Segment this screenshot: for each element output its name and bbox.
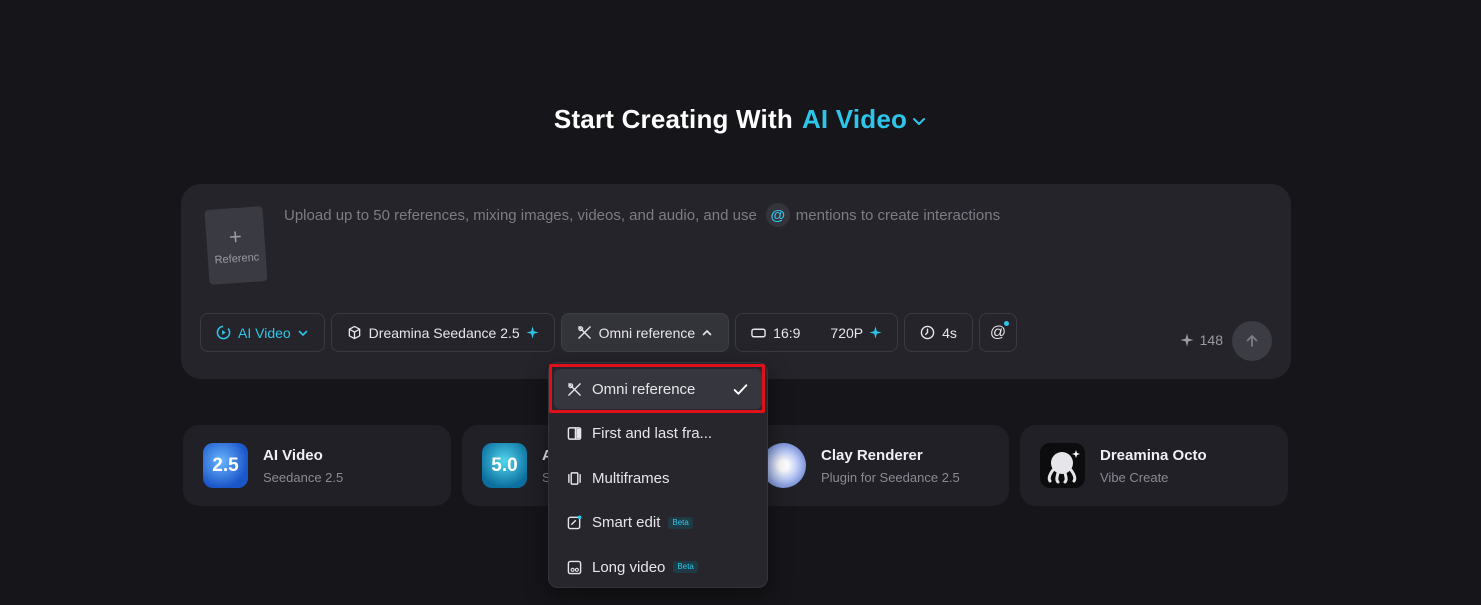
plus-icon: + (228, 223, 243, 249)
octopus-icon (1047, 449, 1080, 483)
credits-counter: 148 (1180, 332, 1223, 348)
menu-item-smart-edit[interactable]: Smart edit Beta (554, 503, 762, 543)
aspect-resolution-selector[interactable]: 16:9 720P (735, 313, 899, 352)
menu-item-long-video[interactable]: Long video Beta (554, 547, 762, 587)
card-title: AI Video (263, 446, 323, 464)
add-reference-button[interactable]: + Referenc (204, 206, 268, 285)
aspect-ratio-icon (751, 328, 766, 337)
menu-item-label: First and last fra... (592, 425, 713, 442)
credits-value: 148 (1199, 332, 1223, 348)
seedance-5-0-thumbnail: 5.0 (482, 443, 527, 488)
clock-icon (920, 325, 935, 340)
mention-button[interactable]: @ (978, 313, 1018, 352)
duration-selector[interactable]: 4s (904, 313, 973, 352)
chevron-down-icon (298, 330, 307, 336)
long-video-icon (567, 560, 582, 574)
cube-icon (348, 325, 360, 340)
check-icon (733, 383, 748, 395)
menu-item-label: Omni reference (592, 380, 696, 398)
duration-label: 4s (942, 324, 957, 341)
sparkle-icon (526, 326, 539, 339)
at-icon: @ (989, 323, 1007, 341)
card-title: Dreamina Octo (1100, 446, 1207, 464)
seedance-2-5-thumbnail: 2.5 (203, 443, 248, 488)
card-subtitle: Plugin for Seedance 2.5 (821, 469, 960, 485)
arrow-up-icon (1246, 335, 1258, 347)
prompt-composer: + Referenc Upload up to 50 references, m… (181, 184, 1291, 379)
send-button[interactable] (1232, 321, 1272, 361)
card-subtitle: Vibe Create (1100, 469, 1169, 485)
aspect-ratio-label: 16:9 (773, 324, 801, 341)
mode-dropdown-label: AI Video (238, 324, 291, 341)
feature-card-ai-video[interactable]: 2.5 AI Video Seedance 2.5 (183, 425, 451, 506)
feature-card-dreamina-octo[interactable]: Dreamina Octo Vibe Create (1020, 425, 1288, 506)
menu-item-label: Multiframes (592, 469, 670, 487)
sparkle-icon (1180, 333, 1194, 347)
sparkle-icon (869, 326, 882, 339)
reference-mode-menu: Omni reference First and last fra... Mul… (548, 362, 768, 588)
video-play-icon (216, 325, 231, 340)
mode-selector-label: AI Video (801, 104, 908, 134)
thumb-label: 2.5 (212, 454, 239, 476)
model-selector[interactable]: Dreamina Seedance 2.5 (330, 313, 555, 352)
reference-label: Referenc (214, 250, 260, 267)
octo-thumbnail (1040, 443, 1085, 488)
at-mention-icon: @ (765, 203, 790, 227)
menu-item-first-last-frame[interactable]: First and last fra... (554, 414, 762, 454)
mode-selector[interactable]: AI Video (802, 104, 927, 135)
reference-mode-dropdown[interactable]: Omni reference (560, 313, 730, 352)
menu-item-multiframes[interactable]: Multiframes (554, 458, 762, 498)
prompt-placeholder-end: mentions to create interactions (795, 206, 1001, 224)
prompt-placeholder-start: Upload up to 50 references, mixing image… (284, 206, 757, 224)
page-headline: Start Creating With AI Video (0, 104, 1481, 135)
first-last-frame-icon (567, 427, 582, 440)
omni-reference-icon (577, 326, 591, 339)
thumb-label: 5.0 (491, 454, 518, 476)
notification-dot (1004, 321, 1010, 326)
beta-badge: Beta (673, 561, 698, 573)
chevron-down-icon (913, 118, 926, 125)
menu-item-label: Smart edit (592, 514, 661, 531)
model-selector-label: Dreamina Seedance 2.5 (368, 324, 520, 341)
reference-mode-label: Omni reference (598, 324, 696, 341)
omni-reference-icon (568, 382, 581, 396)
resolution-label: 720P (830, 324, 864, 341)
menu-item-label: Long video (592, 558, 666, 576)
beta-badge: Beta (668, 516, 693, 529)
headline-prefix: Start Creating With (553, 104, 793, 134)
composer-toolbar: AI Video Dreamina Seedance 2.5 Omni refe… (200, 313, 1018, 352)
chevron-up-icon (702, 329, 712, 335)
smart-edit-icon (567, 515, 582, 530)
card-subtitle: Seedance 2.5 (263, 469, 344, 485)
menu-item-omni-reference[interactable]: Omni reference (554, 369, 762, 409)
multiframes-icon (568, 471, 581, 485)
mode-dropdown[interactable]: AI Video (200, 313, 325, 352)
card-title: Clay Renderer (821, 446, 923, 464)
prompt-input[interactable]: Upload up to 50 references, mixing image… (284, 203, 1001, 227)
feature-card-clay-renderer[interactable]: Clay Renderer Plugin for Seedance 2.5 (741, 425, 1009, 506)
